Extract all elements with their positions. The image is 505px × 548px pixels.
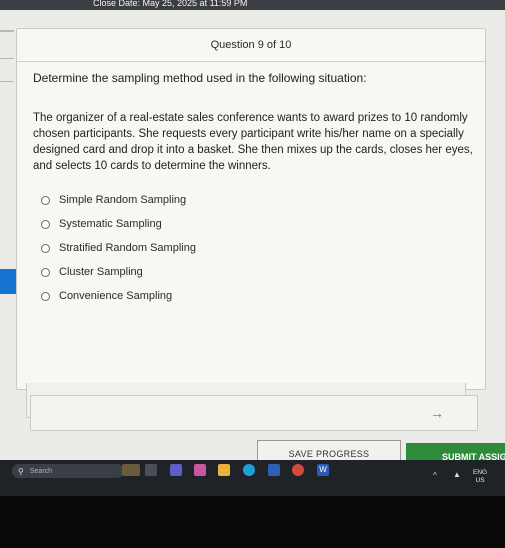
close-date: Close Date: May 25, 2025 at 11:59 PM (93, 0, 248, 8)
left-gutter-line (0, 30, 14, 32)
radio-button[interactable] (41, 243, 50, 253)
radio-button[interactable] (41, 291, 50, 301)
question-card: Question 9 of 10 Determine the sampling … (16, 28, 486, 390)
file-explorer-icon[interactable] (218, 464, 230, 476)
widgets-icon[interactable] (122, 464, 140, 476)
task-view-icon[interactable] (145, 464, 157, 476)
radio-button[interactable] (41, 219, 50, 229)
tray-overflow-icon[interactable]: ^ (433, 471, 437, 480)
option-simple-random[interactable]: Simple Random Sampling (33, 188, 473, 212)
assignment-screen: Question 9 of 10 Determine the sampling … (0, 10, 505, 471)
option-label: Simple Random Sampling (59, 194, 187, 206)
option-label: Cluster Sampling (59, 266, 143, 278)
next-arrow-icon[interactable]: → (427, 403, 447, 423)
question-prompt: Determine the sampling method used in th… (33, 71, 367, 85)
question-header: Question 9 of 10 (17, 29, 485, 62)
taskbar: ⚲ Search W ^ ▲ ENG US (0, 460, 505, 496)
question-scenario: The organizer of a real-estate sales con… (33, 112, 473, 172)
question-body: Determine the sampling method used in th… (33, 71, 473, 308)
option-stratified[interactable]: Stratified Random Sampling (33, 236, 473, 260)
left-gutter-box (0, 58, 14, 82)
language-indicator[interactable]: ENG US (473, 469, 487, 485)
screen-bezel (0, 496, 505, 548)
option-convenience[interactable]: Convenience Sampling (33, 284, 473, 308)
language-code: ENG (473, 469, 488, 476)
question-counter: Question 9 of 10 (210, 39, 292, 51)
answer-options: Simple Random Sampling Systematic Sampli… (33, 188, 473, 308)
option-systematic[interactable]: Systematic Sampling (33, 212, 473, 236)
search-placeholder: Search (29, 467, 53, 475)
option-label: Stratified Random Sampling (59, 242, 196, 254)
radio-button[interactable] (41, 195, 50, 205)
copilot-icon[interactable] (194, 464, 206, 476)
radio-button[interactable] (41, 267, 50, 277)
status-bar: Close Date: May 25, 2025 at 11:59 PM (0, 0, 505, 10)
word-icon[interactable]: W (317, 464, 329, 476)
nav-next-panel: → (30, 395, 478, 431)
taskbar-search[interactable]: ⚲ Search (12, 464, 124, 478)
option-cluster[interactable]: Cluster Sampling (33, 260, 473, 284)
search-icon: ⚲ (18, 466, 24, 476)
network-icon[interactable]: ▲ (453, 470, 461, 479)
option-label: Systematic Sampling (59, 218, 162, 230)
option-label: Convenience Sampling (59, 290, 173, 302)
teams-icon[interactable] (170, 464, 182, 476)
edge-icon[interactable] (243, 464, 255, 476)
region-code: US (475, 477, 485, 484)
chrome-icon[interactable] (292, 464, 304, 476)
store-icon[interactable] (268, 464, 280, 476)
